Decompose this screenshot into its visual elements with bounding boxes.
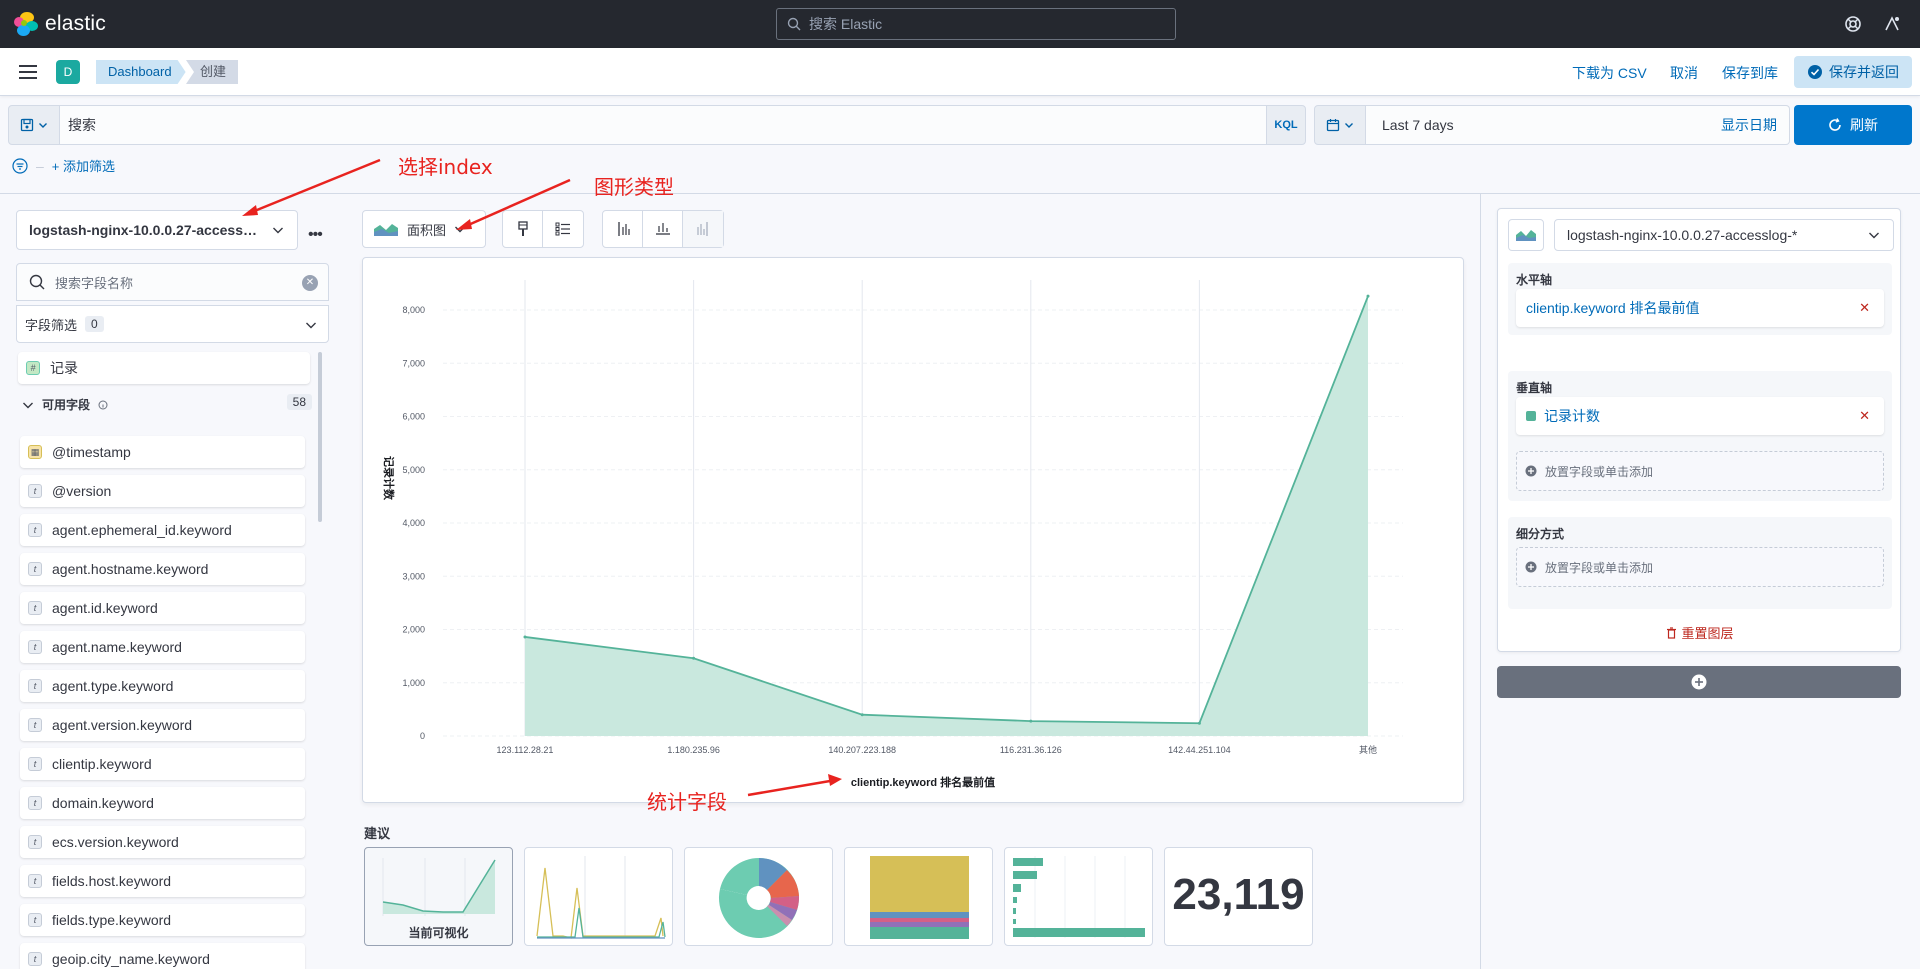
- annotation-arrow: [465, 178, 571, 228]
- annotation-arrowhead: [828, 774, 842, 786]
- annotation-stat-field: 统计字段: [647, 790, 727, 814]
- annotation-arrow: [251, 158, 381, 214]
- annotation-arrows: [242, 158, 842, 797]
- annotation-select-index: 选择index: [398, 155, 493, 179]
- annotation-arrowhead: [242, 205, 258, 216]
- annotation-chart-type: 图形类型: [594, 175, 674, 199]
- annotation-arrowhead: [456, 219, 472, 230]
- annotation-arrow: [747, 779, 831, 797]
